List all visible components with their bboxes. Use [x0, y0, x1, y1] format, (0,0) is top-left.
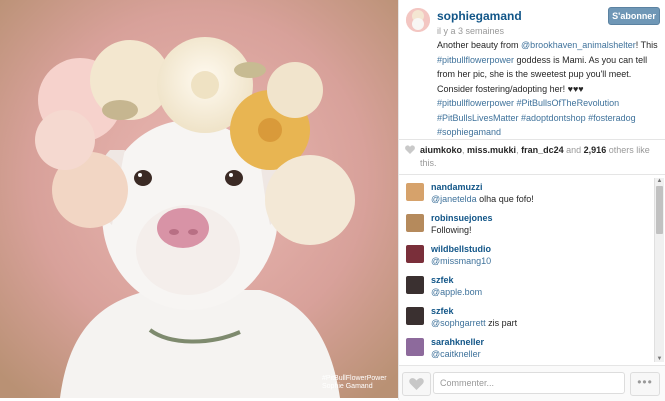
comment-username[interactable]: szfek [431, 306, 454, 316]
list-item: wildbellstudio @missmang10 [399, 237, 665, 268]
comment-avatar[interactable] [406, 245, 424, 263]
comment-body: Following! [431, 225, 472, 235]
comment-footer: Commenter... ••• [399, 365, 665, 401]
dog-photo-illustration [0, 0, 398, 398]
comments-list: nandamuzzi @janetelda olha que fofo! rob… [399, 175, 665, 363]
post-side-panel: sophiegamand il y a 3 semaines S'abonner… [398, 0, 665, 401]
comment-text: @janetelda olha que fofo! [431, 194, 534, 204]
avatar[interactable] [406, 8, 430, 32]
caption-hashtags[interactable]: #pitbullflowerpower #PitBullsOfTheRevolu… [437, 98, 636, 137]
post-username[interactable]: sophiegamand [437, 9, 522, 23]
comment-username[interactable]: wildbellstudio [431, 244, 491, 254]
like-user-link[interactable]: miss.mukki [467, 145, 516, 155]
comment-body: olha que fofo! [476, 194, 534, 204]
list-item: robinsuejones Following! [399, 206, 665, 237]
list-item: szfek @sophgarrett zis part [399, 299, 665, 330]
heart-icon [405, 145, 415, 154]
comment-text: @caitkneller [431, 349, 481, 359]
comment-mention[interactable]: @apple.bom [431, 287, 482, 297]
caption-mention-link[interactable]: @brookhaven_animalshelter [521, 40, 636, 50]
likes-bar: aiumkoko, miss.mukki, fran_dc24 and 2,91… [399, 140, 665, 175]
comment-username[interactable]: szfek [431, 275, 454, 285]
like-button[interactable] [402, 372, 431, 396]
like-user-link[interactable]: aiumkoko [420, 145, 462, 155]
watermark-line-1: #PitBullFlowerPower [322, 375, 387, 382]
follow-button[interactable]: S'abonner [608, 7, 660, 25]
photo-watermark: #PitBullFlowerPower Sophie Gamand [322, 375, 387, 391]
comment-username[interactable]: nandamuzzi [431, 182, 483, 192]
post-caption: Another beauty from @brookhaven_animalsh… [437, 38, 661, 140]
comment-text: @sophgarrett zis part [431, 318, 517, 328]
likes-text: aiumkoko, miss.mukki, fran_dc24 and 2,91… [420, 145, 650, 168]
more-options-button[interactable]: ••• [630, 372, 660, 396]
comment-mention[interactable]: @sophgarrett [431, 318, 486, 328]
caption-text: ! This [635, 40, 658, 50]
heart-icon [409, 378, 424, 390]
comment-username[interactable]: sarahkneller [431, 337, 484, 347]
hearts-emoji: ♥♥♥ [567, 83, 584, 94]
comment-avatar[interactable] [406, 183, 424, 201]
comment-text: Following! [431, 225, 472, 235]
post-header: sophiegamand il y a 3 semaines S'abonner… [399, 0, 665, 140]
list-item: nandamuzzi @janetelda olha que fofo! [399, 175, 665, 206]
scroll-down-arrow-icon[interactable]: ▼ [656, 356, 663, 362]
comment-mention[interactable]: @janetelda [431, 194, 477, 204]
ellipsis-icon: ••• [637, 375, 653, 389]
comment-mention[interactable]: @caitkneller [431, 349, 481, 359]
list-item: szfek @apple.bom [399, 268, 665, 299]
caption-hashtag-link[interactable]: #pitbullflowerpower [437, 55, 514, 65]
comment-avatar[interactable] [406, 338, 424, 356]
post-modal: #PitBullFlowerPower Sophie Gamand sophie… [0, 0, 665, 401]
comment-username[interactable]: robinsuejones [431, 213, 493, 223]
scrollbar-thumb[interactable] [656, 186, 663, 234]
comments-scrollbar[interactable]: ▲ ▼ [654, 178, 664, 362]
comment-avatar[interactable] [406, 214, 424, 232]
comment-avatar[interactable] [406, 276, 424, 294]
caption-text: Another beauty from [437, 40, 522, 50]
comment-text: @apple.bom [431, 287, 482, 297]
scroll-up-arrow-icon[interactable]: ▲ [656, 178, 663, 184]
list-item: sarahkneller @caitkneller [399, 330, 665, 361]
comment-text: @missmang10 [431, 256, 491, 266]
likes-and: and [566, 145, 582, 155]
watermark-line-2: Sophie Gamand [322, 383, 373, 390]
likes-count[interactable]: 2,916 [584, 145, 607, 155]
comment-mention[interactable]: @missmang10 [431, 256, 491, 266]
post-photo[interactable]: #PitBullFlowerPower Sophie Gamand [0, 0, 398, 398]
comment-body: zis part [485, 318, 518, 328]
post-timestamp[interactable]: il y a 3 semaines [437, 26, 504, 36]
comment-input[interactable]: Commenter... [433, 372, 625, 394]
comment-avatar[interactable] [406, 307, 424, 325]
like-user-link[interactable]: fran_dc24 [521, 145, 564, 155]
